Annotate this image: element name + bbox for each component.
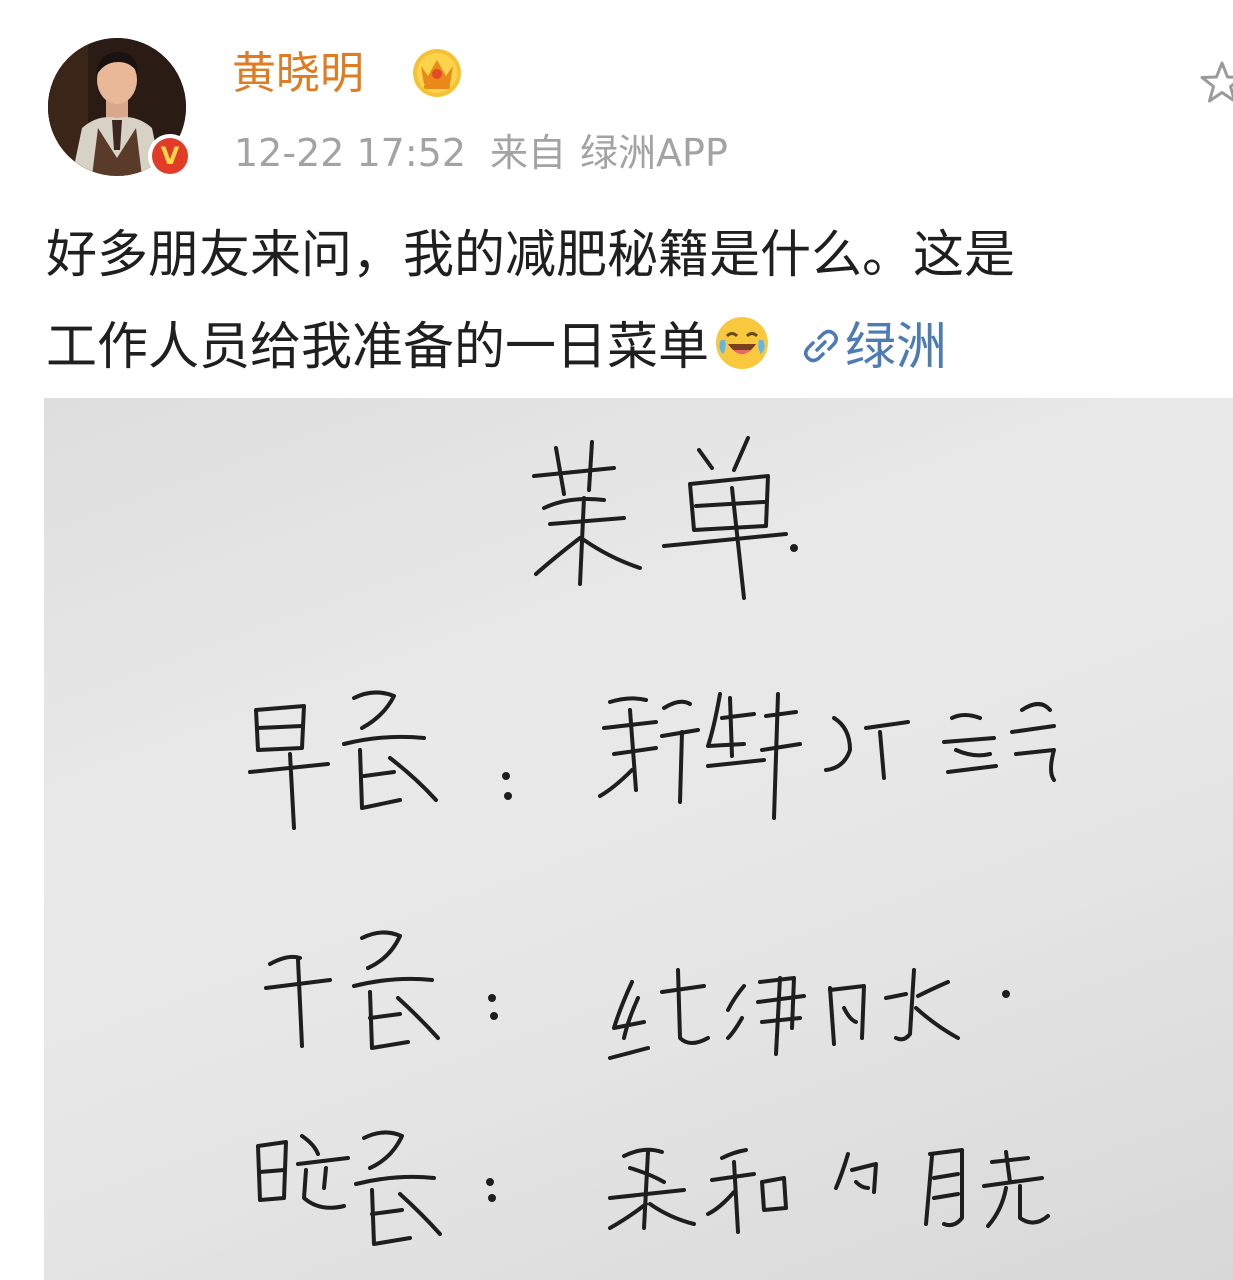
timestamp: 12-22 17:52 bbox=[234, 131, 467, 175]
verified-v-icon: V bbox=[152, 138, 188, 174]
source-app[interactable]: 绿洲APP bbox=[580, 131, 728, 175]
crown-icon bbox=[413, 49, 461, 97]
oasis-link[interactable]: 绿洲 bbox=[799, 318, 947, 377]
link-icon bbox=[804, 329, 839, 363]
avatar[interactable]: V bbox=[48, 38, 192, 178]
source-label: 来自 bbox=[490, 131, 567, 175]
post-text-line-2: 工作人员给我准备的一日菜单 绿洲 bbox=[46, 302, 1233, 394]
verified-badge: V bbox=[148, 134, 192, 178]
handwritten-row-lunch bbox=[264, 930, 1010, 1060]
post-meta: 12-22 17:52 来自 绿洲APP bbox=[234, 128, 728, 178]
laughing-crying-emoji-icon bbox=[716, 317, 769, 369]
post-text-line-2-text: 工作人员给我准备的一日菜单 bbox=[46, 318, 710, 377]
username[interactable]: 黄晓明 bbox=[232, 44, 364, 104]
handwritten-menu-drawing bbox=[248, 436, 1056, 1246]
link-text: 绿洲 bbox=[845, 318, 948, 377]
post-text-line-1: 好多朋友来问，我的减肥秘籍是什么。这是 bbox=[46, 226, 1016, 285]
handwritten-title bbox=[532, 436, 798, 600]
handwritten-row-dinner bbox=[256, 1130, 1050, 1246]
handwritten-row-breakfast bbox=[248, 690, 1056, 830]
star-icon[interactable] bbox=[1196, 58, 1233, 110]
post-text: 好多朋友来问，我的减肥秘籍是什么。这是 工作人员给我准备的一日菜单 绿洲 bbox=[46, 210, 1233, 394]
post-image-handwritten-menu[interactable] bbox=[44, 398, 1233, 1280]
